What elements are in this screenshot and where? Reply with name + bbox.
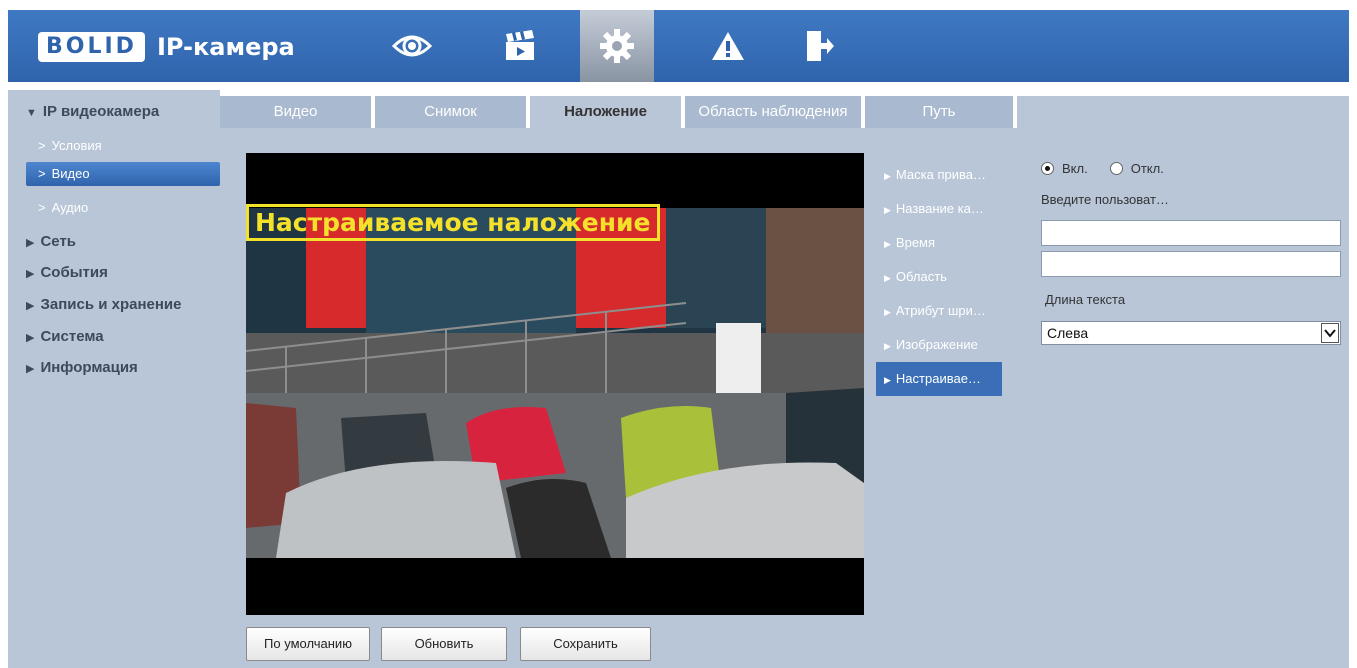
custom-overlay-text[interactable]: Настраиваемое наложение <box>246 204 660 241</box>
overlay-text-line2-input[interactable] <box>1041 251 1341 277</box>
submenu-item-label: Настраивае… <box>895 371 981 386</box>
triangle-right-icon: ▶ <box>26 363 35 375</box>
save-button[interactable]: Сохранить <box>520 627 651 661</box>
sidebar-item-information[interactable]: ▶ Информация <box>8 354 220 382</box>
submenu-item-label: Область <box>895 269 947 284</box>
arrow-right-icon: ▶ <box>884 375 891 385</box>
chevron-right-icon: > <box>38 138 46 153</box>
submenu-item-label: Маска прива… <box>895 167 986 182</box>
sidebar-subitem-label: Аудио <box>51 200 89 215</box>
chevron-down-icon[interactable] <box>1321 323 1339 343</box>
alarm-button[interactable] <box>694 10 762 82</box>
gear-icon <box>600 29 634 63</box>
tab-roi[interactable]: Область наблюдения <box>685 96 861 128</box>
submenu-item-label: Атрибут шри… <box>895 303 986 318</box>
text-alignment-value: Слева <box>1047 325 1089 341</box>
custom-overlay-settings: Вкл. Откл. Введите пользоват… Длина текс… <box>1041 156 1341 345</box>
text-length-label: Длина текста <box>1045 292 1126 307</box>
sidebar-item-label: Сеть <box>40 233 77 250</box>
sidebar-item-system[interactable]: ▶ Система <box>8 323 220 351</box>
disable-radio-label: Откл. <box>1130 160 1164 176</box>
submenu-item-channel-title[interactable]: ▶ Название ка… <box>876 192 1002 226</box>
eye-icon <box>392 35 432 57</box>
logo-brand: BOLID <box>38 32 145 62</box>
sidebar-subitem-audio[interactable]: > Аудио <box>8 196 220 220</box>
sidebar-item-label: Система <box>40 328 104 345</box>
sidebar-subitem-label: Видео <box>51 166 90 181</box>
tab-bar-fill <box>1017 96 1349 128</box>
live-view-button[interactable] <box>378 10 446 82</box>
sidebar-item-label: Запись и хранение <box>40 296 182 313</box>
submenu-item-label: Название ка… <box>895 201 984 216</box>
video-preview[interactable]: Настраиваемое наложение <box>246 153 864 615</box>
playback-button[interactable] <box>486 10 554 82</box>
sidebar-item-events[interactable]: ▶ События <box>8 259 220 287</box>
chevron-right-icon: > <box>38 166 46 181</box>
submenu-item-privacy-mask[interactable]: ▶ Маска прива… <box>876 158 1002 192</box>
tab-overlay[interactable]: Наложение <box>530 96 681 128</box>
arrow-right-icon: ▶ <box>884 341 891 351</box>
arrow-right-icon: ▶ <box>884 171 891 181</box>
submenu-item-label: Изображение <box>895 337 978 352</box>
submenu-item-label: Время <box>895 235 936 250</box>
logo: BOLID IP-камера <box>38 30 295 64</box>
top-navigation-bar: BOLID IP-камера <box>8 10 1349 82</box>
sidebar-item-label: Информация <box>40 359 138 376</box>
sidebar-item-label: IP видеокамера <box>42 103 160 120</box>
triangle-down-icon: ▼ <box>26 107 37 119</box>
enable-radio-label: Вкл. <box>1062 160 1088 176</box>
refresh-button[interactable]: Обновить <box>381 627 507 661</box>
arrow-right-icon: ▶ <box>884 307 891 317</box>
triangle-right-icon: ▶ <box>26 300 35 312</box>
tab-bar: Видео Снимок Наложение Область наблюдени… <box>220 96 1349 128</box>
sidebar-item-network[interactable]: ▶ Сеть <box>8 228 220 256</box>
main-panel: Видео Снимок Наложение Область наблюдени… <box>220 96 1349 668</box>
logo-product: IP-камера <box>156 33 295 61</box>
tab-snapshot[interactable]: Снимок <box>375 96 526 128</box>
sidebar: ▼ IP видеокамера > Условия > Видео > Аудио ▶… <box>8 90 220 668</box>
arrow-right-icon: ▶ <box>884 205 891 215</box>
arrow-right-icon: ▶ <box>884 239 891 249</box>
overlay-text-line1-input[interactable] <box>1041 220 1341 246</box>
arrow-right-icon: ▶ <box>884 273 891 283</box>
enable-radio[interactable] <box>1041 161 1054 175</box>
warning-icon <box>712 32 744 60</box>
submenu-item-time[interactable]: ▶ Время <box>876 226 1002 260</box>
submenu-item-custom-overlay[interactable]: ▶ Настраивае… <box>876 362 1002 396</box>
clapperboard-icon <box>506 30 534 60</box>
submenu-item-region[interactable]: ▶ Область <box>876 260 1002 294</box>
submenu-item-picture[interactable]: ▶ Изображение <box>876 328 1002 362</box>
disable-radio[interactable] <box>1109 161 1123 175</box>
triangle-right-icon: ▶ <box>26 332 35 344</box>
triangle-right-icon: ▶ <box>26 268 35 280</box>
text-input-prompt: Введите пользоват… <box>1041 192 1169 207</box>
sidebar-subitem-conditions[interactable]: > Условия <box>8 134 220 158</box>
chevron-right-icon: > <box>38 200 46 215</box>
enable-radio-group: Вкл. Откл. <box>1041 156 1341 180</box>
triangle-right-icon: ▶ <box>26 237 35 249</box>
submenu-item-font-attribute[interactable]: ▶ Атрибут шри… <box>876 294 1002 328</box>
sidebar-item-label: События <box>40 264 108 281</box>
tab-video[interactable]: Видео <box>220 96 371 128</box>
text-alignment-select[interactable]: Слева <box>1041 321 1341 345</box>
sidebar-subitem-label: Условия <box>51 138 102 153</box>
overlay-submenu: ▶ Маска прива… ▶ Название ка… ▶ Время ▶ Обла… <box>876 158 1002 396</box>
tab-path[interactable]: Путь <box>865 96 1013 128</box>
sidebar-subitem-video[interactable]: > Видео <box>26 162 220 186</box>
sidebar-item-ip-camera[interactable]: ▼ IP видеокамера <box>8 98 220 126</box>
logout-icon <box>807 31 834 61</box>
sidebar-item-storage[interactable]: ▶ Запись и хранение <box>8 291 220 319</box>
default-button[interactable]: По умолчанию <box>246 627 370 661</box>
setup-button[interactable] <box>580 10 654 82</box>
logout-button[interactable] <box>786 10 854 82</box>
